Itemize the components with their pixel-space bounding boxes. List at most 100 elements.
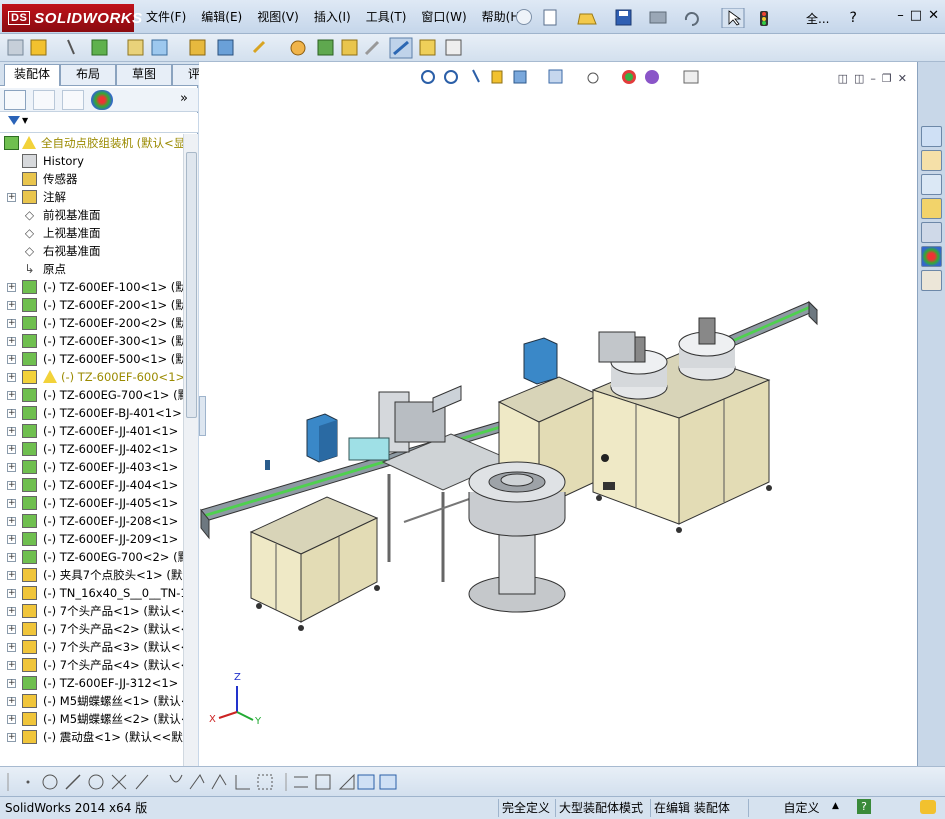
tree-item[interactable]: + (-) TZ-600EF-500<1> (默认< <box>0 350 183 368</box>
custom-properties-icon[interactable] <box>921 270 942 291</box>
expand-icon[interactable]: + <box>7 427 16 436</box>
tree-item[interactable]: + (-) TZ-600EF-JJ-312<1> (默 <box>0 674 183 692</box>
expand-icon[interactable]: + <box>7 355 16 364</box>
expand-icon[interactable]: + <box>7 193 16 202</box>
tree-item[interactable]: + (-) TZ-600EF-100<1> (默认< <box>0 278 183 296</box>
tree-item[interactable]: + (-) TZ-600EF-JJ-402<1> (默 <box>0 440 183 458</box>
help-icon[interactable]: ? <box>849 10 856 26</box>
expand-icon[interactable]: + <box>7 373 16 382</box>
tree-item[interactable]: + (-) TZ-600EF-600<1> (默 <box>0 368 183 386</box>
expand-icon[interactable]: + <box>7 625 16 634</box>
tree-item[interactable]: + (-) TZ-600EF-JJ-401<1> (默 <box>0 422 183 440</box>
status-notification-icon[interactable] <box>920 800 936 814</box>
status-help-icon[interactable]: ? <box>857 799 871 814</box>
expand-icon[interactable]: + <box>7 463 16 472</box>
tree-item[interactable]: + (-) M5蝴蝶螺丝<1> (默认< <box>0 692 183 710</box>
expand-icon[interactable]: + <box>7 337 16 346</box>
expand-icon[interactable]: + <box>7 679 16 688</box>
tree-item[interactable]: + (-) 震动盘<1> (默认<<默认 <box>0 728 183 746</box>
tree-item[interactable]: + (-) TZ-600EF-200<2> (默认< <box>0 314 183 332</box>
graphics-viewport[interactable]: ◫ ◫ – ❐ ✕ Z X Y <box>199 62 917 766</box>
tree-item[interactable]: + (-) 7个头产品<3> (默认<< <box>0 638 183 656</box>
minimize-icon[interactable]: – <box>897 8 904 23</box>
tree-scrollbar[interactable] <box>183 134 198 766</box>
tree-item[interactable]: + (-) 夹具7个点胶头<1> (默认 <box>0 566 183 584</box>
tree-item-label: (-) TN_16x40_S__0__TN-16x <box>43 586 183 600</box>
tree-item[interactable]: ◇ 前视基准面 <box>0 206 183 224</box>
expand-icon[interactable]: + <box>7 481 16 490</box>
tree-item[interactable]: History <box>0 152 183 170</box>
tree-item[interactable]: + (-) TZ-600EF-JJ-404<1> (默 <box>0 476 183 494</box>
tree-item[interactable]: 传感器 <box>0 170 183 188</box>
expand-icon[interactable]: + <box>7 589 16 598</box>
home-icon[interactable] <box>921 150 942 171</box>
tree-item[interactable]: + (-) 7个头产品<1> (默认<< <box>0 602 183 620</box>
view-palette-icon[interactable] <box>921 222 942 243</box>
tree-item[interactable]: + (-) TZ-600EF-JJ-208<1> (默 <box>0 512 183 530</box>
tree-item[interactable]: + (-) TZ-600EF-JJ-209<1> (默 <box>0 530 183 548</box>
restore-icon[interactable]: □ <box>910 8 922 23</box>
tree-item[interactable]: + (-) TZ-600EF-JJ-405<1> (默 <box>0 494 183 512</box>
tree-item[interactable]: ↳ 原点 <box>0 260 183 278</box>
expand-icon[interactable]: + <box>7 733 16 742</box>
tree-item[interactable]: + (-) TZ-600EG-700<2> (默认 <box>0 548 183 566</box>
tree-item-label: (-) TZ-600EF-JJ-402<1> (默 <box>43 442 183 456</box>
expand-panel-icon[interactable]: » <box>180 91 188 106</box>
expand-icon[interactable]: + <box>7 535 16 544</box>
appearances-icon[interactable] <box>921 246 942 267</box>
tree-item[interactable]: + (-) TZ-600EF-JJ-403<1> (默 <box>0 458 183 476</box>
tab-layout[interactable]: 布局 <box>60 64 116 85</box>
tab-sketch[interactable]: 草图 <box>116 64 172 85</box>
expand-icon[interactable]: + <box>7 319 16 328</box>
expand-icon[interactable]: + <box>7 391 16 400</box>
tree-filter[interactable]: ▼ <box>0 113 198 133</box>
tree-item[interactable]: + (-) TZ-600EF-300<1> (默认< <box>0 332 183 350</box>
filter-dropdown-icon[interactable]: ▼ <box>22 116 28 125</box>
menu-view[interactable]: 视图(V) <box>257 8 299 25</box>
tree-item[interactable]: ◇ 上视基准面 <box>0 224 183 242</box>
expand-icon[interactable]: + <box>7 517 16 526</box>
close-icon[interactable]: ✕ <box>928 8 939 23</box>
expand-icon[interactable]: + <box>7 445 16 454</box>
expand-icon[interactable]: + <box>7 697 16 706</box>
expand-icon[interactable]: + <box>7 661 16 670</box>
menu-edit[interactable]: 编辑(E) <box>201 8 242 25</box>
configuration-manager-icon[interactable] <box>62 90 84 110</box>
solidworks-logo[interactable]: DS SOLIDWORKS <box>2 4 142 32</box>
expand-icon[interactable]: + <box>7 409 16 418</box>
file-explorer-icon[interactable] <box>921 198 942 219</box>
solidworks-resources-icon[interactable] <box>921 126 942 147</box>
tree-item[interactable]: ◇ 右视基准面 <box>0 242 183 260</box>
tab-assembly[interactable]: 装配体 <box>4 64 60 86</box>
design-library-icon[interactable] <box>921 174 942 195</box>
display-manager-icon[interactable] <box>91 90 113 110</box>
tree-item[interactable]: + (-) TZ-600EF-200<1> (默认< <box>0 296 183 314</box>
expand-icon[interactable]: + <box>7 499 16 508</box>
property-manager-icon[interactable] <box>33 90 55 110</box>
tree-item[interactable]: + (-) M5蝴蝶螺丝<2> (默认< <box>0 710 183 728</box>
menu-file[interactable]: 文件(F) <box>146 8 186 25</box>
options-search-label[interactable]: 全... <box>806 10 829 27</box>
expand-icon[interactable]: + <box>7 715 16 724</box>
expand-icon[interactable]: + <box>7 301 16 310</box>
tree-item[interactable]: + 注解 <box>0 188 183 206</box>
menu-window[interactable]: 窗口(W) <box>421 8 466 25</box>
expand-icon[interactable]: + <box>7 607 16 616</box>
expand-icon[interactable]: + <box>7 283 16 292</box>
filter-icon[interactable] <box>8 116 20 125</box>
menu-insert[interactable]: 插入(I) <box>314 8 351 25</box>
units-dropdown-icon[interactable]: ▲ <box>832 801 839 811</box>
tree-item[interactable]: + (-) 7个头产品<4> (默认<< <box>0 656 183 674</box>
menu-tools[interactable]: 工具(T) <box>366 8 407 25</box>
tree-root-assembly[interactable]: 全自动点胶组装机 (默认<显 <box>0 134 183 152</box>
tree-item[interactable]: + (-) TN_16x40_S__0__TN-16x <box>0 584 183 602</box>
feature-tree-icon[interactable] <box>4 90 26 110</box>
tree-item[interactable]: + (-) TZ-600EF-BJ-401<1> (默 <box>0 404 183 422</box>
tree-scrollbar-thumb[interactable] <box>186 152 197 418</box>
expand-icon[interactable]: + <box>7 643 16 652</box>
expand-icon[interactable]: + <box>7 553 16 562</box>
tree-item-label: (-) 夹具7个点胶头<1> (默认 <box>43 568 183 582</box>
tree-item[interactable]: + (-) 7个头产品<2> (默认<< <box>0 620 183 638</box>
expand-icon[interactable]: + <box>7 571 16 580</box>
tree-item[interactable]: + (-) TZ-600EG-700<1> (默认 <box>0 386 183 404</box>
